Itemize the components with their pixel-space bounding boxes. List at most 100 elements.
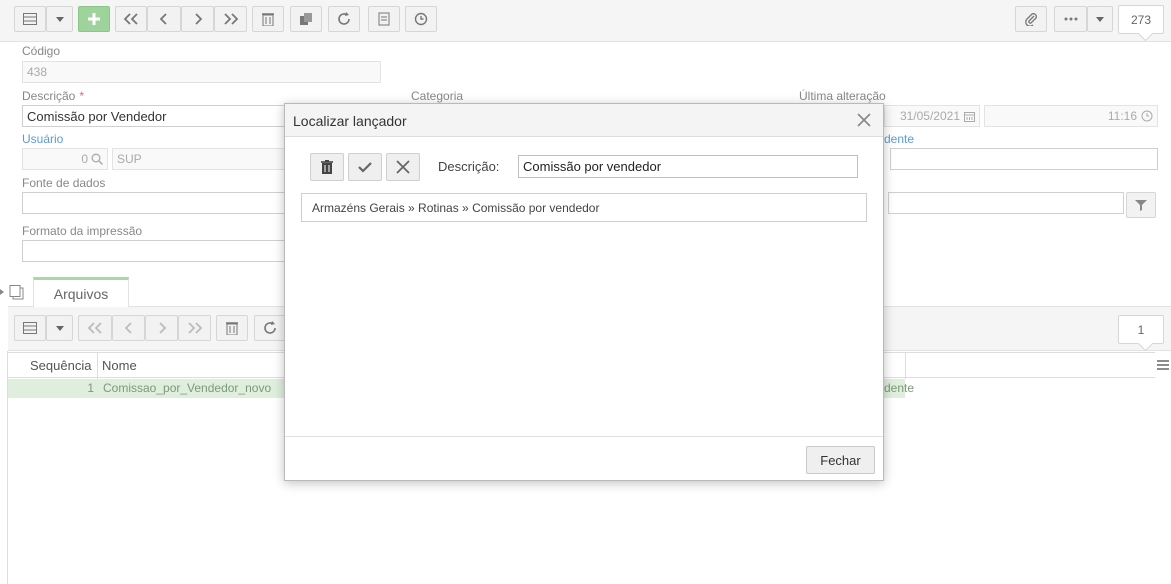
refresh-icon [338,12,350,25]
previous-record-button[interactable] [147,6,181,32]
more-options-button[interactable] [1054,6,1087,32]
add-button[interactable] [78,6,110,32]
chevron-right-icon [158,322,166,334]
search-description-input[interactable]: Comissão por vendedor [518,155,858,178]
cell-nome: Comissao_por_Vendedor_novo [103,381,272,395]
column-menu-icon[interactable] [1157,360,1169,370]
clock-icon [414,12,428,26]
codigo-field[interactable]: 438 [22,61,381,83]
search-description-label: Descrição: [438,159,500,174]
trash-icon [262,13,274,26]
usuario-id-field[interactable]: 0 [22,148,108,170]
descricao-label-text: Descrição [22,89,76,103]
descricao-field[interactable]: Comissão por Vendedor [22,105,288,127]
table-icon [23,13,37,25]
column-divider [905,353,906,379]
files-grid-view-button[interactable] [14,315,46,341]
view-dropdown-button[interactable] [46,6,73,32]
filter-field[interactable] [888,192,1124,214]
ellipsis-icon [1064,17,1077,21]
record-count-badge: 273 [1118,5,1164,34]
cell-trailing: dente [884,381,915,395]
expand-panel-icon[interactable] [0,285,28,301]
trash-icon [226,322,238,335]
search-result-item[interactable]: Armazéns Gerais » Rotinas » Comissão por… [301,193,867,222]
files-last-button[interactable] [178,315,211,341]
find-launcher-dialog: Localizar lançador Descrição: Comissão p… [284,103,884,481]
formato-impressao-label: Formato da impressão [22,224,143,238]
copy-button[interactable] [290,6,322,32]
caret-down-icon [1096,16,1104,22]
codigo-label: Código [22,44,61,58]
usuario-label[interactable]: Usuário [22,132,63,146]
ultima-alteracao-label: Última alteração [799,89,886,103]
column-header-nome[interactable]: Nome [102,358,137,373]
fonte-dados-field[interactable] [22,192,288,214]
first-record-button[interactable] [115,6,147,32]
paperclip-icon [1025,13,1037,26]
ultima-alteracao-time-field[interactable]: 11:16 [984,105,1158,127]
calendar-icon [964,111,975,122]
double-chevron-left-icon [87,322,102,334]
more-dropdown-button[interactable] [1087,6,1113,32]
caret-down-icon [55,325,64,331]
close-dialog-button[interactable]: Fechar [806,446,875,474]
dialog-footer: Fechar [285,436,883,480]
history-button[interactable] [405,6,437,32]
fonte-dados-label: Fonte de dados [22,176,106,190]
search-icon[interactable] [91,153,103,165]
dependente-field[interactable] [890,148,1158,170]
files-view-dropdown-button[interactable] [46,315,73,341]
grid-left-border [7,351,8,584]
ultima-alteracao-time: 11:16 [1107,109,1137,123]
delete-button[interactable] [252,6,284,32]
chevron-left-icon [159,13,167,25]
document-icon [378,12,390,26]
usuario-id: 0 [81,152,88,166]
cancel-search-button[interactable] [386,153,420,181]
descricao-label: Descrição * [22,89,84,103]
clear-search-button[interactable] [310,153,344,181]
double-chevron-right-icon [223,13,238,25]
checkmark-icon [358,162,372,173]
files-next-button[interactable] [145,315,178,341]
copy-icon [300,13,312,25]
refresh-button[interactable] [328,6,360,32]
report-button[interactable] [368,6,400,32]
close-icon[interactable] [855,111,873,129]
filter-button[interactable] [1126,192,1156,218]
filter-icon [1135,200,1147,211]
files-delete-button[interactable] [216,315,248,341]
caret-down-icon [55,16,64,22]
chevron-left-icon [124,322,132,334]
usuario-name-field: SUP [112,148,288,170]
trash-icon [321,160,333,174]
confirm-button[interactable] [348,153,382,181]
dependente-label[interactable]: dente [884,132,914,146]
files-record-count-badge: 1 [1118,315,1164,344]
refresh-icon [264,321,276,334]
table-icon [23,322,37,334]
column-header-sequencia[interactable]: Sequência [30,358,91,373]
last-record-button[interactable] [214,6,247,32]
column-divider [97,353,98,379]
files-previous-button[interactable] [112,315,145,341]
formato-impressao-field[interactable] [22,240,288,262]
ultima-alteracao-date-field[interactable]: 31/05/2021 [884,105,980,127]
double-chevron-right-icon [187,322,202,334]
files-refresh-button[interactable] [254,315,286,341]
tab-arquivos[interactable]: Arquivos [33,277,129,307]
x-icon [396,160,410,174]
grid-view-button[interactable] [14,6,46,32]
cell-sequencia: 1 [87,381,94,395]
dialog-title: Localizar lançador [293,113,407,129]
next-record-button[interactable] [181,6,214,32]
main-toolbar: 273 [0,0,1171,42]
double-chevron-left-icon [123,13,138,25]
ultima-alteracao-date: 31/05/2021 [899,109,960,123]
chevron-right-icon [194,13,202,25]
clock-icon [1141,110,1153,122]
attachment-button[interactable] [1015,6,1047,32]
files-first-button[interactable] [78,315,112,341]
plus-icon [88,13,100,25]
